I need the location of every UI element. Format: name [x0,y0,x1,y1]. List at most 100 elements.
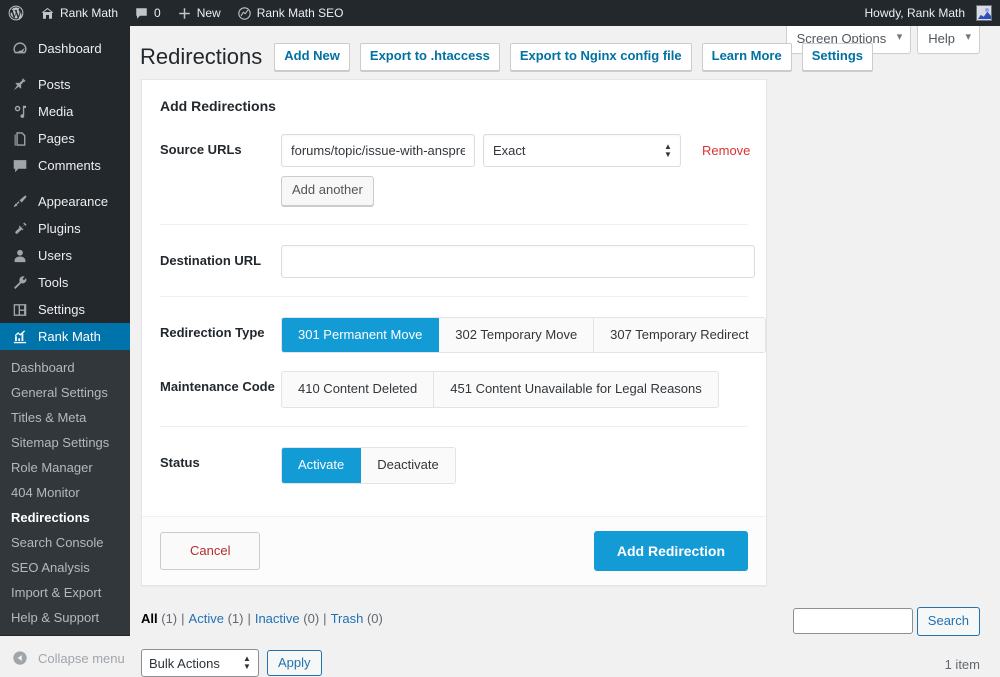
add-new-button[interactable]: Add New [274,43,350,72]
learn-more-button[interactable]: Learn More [701,43,792,72]
admin-bar-item-rank-math-seo[interactable]: Rank Math SEO [229,0,352,26]
sidebar-item-label: Users [38,248,72,263]
redirection-type-row: Redirection Type 301 Permanent Move 302 … [160,297,766,372]
sidebar-item-appearance[interactable]: Appearance [0,188,130,215]
maintenance-code-group: 410 Content Deleted 451 Content Unavaila… [281,371,719,409]
filter-active-count: (1) [227,611,244,626]
sidebar-subitem-rm-general-settings[interactable]: General Settings [0,380,130,405]
comment-bubble-icon [134,6,149,21]
sidebar-item-label: Appearance [38,194,109,209]
filter-trash-link[interactable]: Trash [331,611,364,626]
sidebar-subitem-rm-search-console[interactable]: Search Console [0,530,130,555]
add-redirections-card: Add Redirections Source URLs Exact ▲▼ Re… [141,79,767,587]
sidebar-item-label: Rank Math [38,329,101,344]
redirection-type-302[interactable]: 302 Temporary Move [439,317,595,353]
filter-inactive-count: (0) [303,611,320,626]
bulk-actions-select[interactable]: Bulk Actions [141,649,259,677]
maintenance-code-410[interactable]: 410 Content Deleted [282,372,435,408]
apply-button[interactable]: Apply [267,650,322,676]
collapse-menu-button[interactable]: Collapse menu [0,641,130,675]
sidebar-item-comments[interactable]: Comments [0,152,130,179]
filter-sep-1: | [181,611,185,626]
comparison-select-wrap: Exact ▲ ▼ [483,134,681,167]
admin-bar-my-account[interactable]: Howdy, Rank Math [857,0,1000,26]
sidebar-item-label: Media [38,104,74,119]
menu-separator-2 [0,179,130,188]
admin-bar-rank-math-seo-label: Rank Math SEO [256,6,344,20]
dashboard-icon [11,40,29,58]
filter-trash-count: (0) [366,611,383,626]
sidebar-item-rank-math[interactable]: Rank Math [0,323,138,350]
filter-sep-3: | [323,611,327,626]
avatar [976,5,992,21]
admin-bar-item-new[interactable]: New [169,0,229,26]
sidebar-item-label: Pages [38,131,75,146]
admin-bar-site-name-label: Rank Math [60,6,119,20]
maintenance-code-row: Maintenance Code 410 Content Deleted 451… [160,371,748,428]
maintenance-code-451[interactable]: 451 Content Unavailable for Legal Reason… [434,372,718,408]
sidebar-item-users[interactable]: Users [0,242,130,269]
sidebar-subitem-rm-sitemap-settings[interactable]: Sitemap Settings [0,430,130,455]
add-another-button[interactable]: Add another [281,176,374,206]
redirection-type-301[interactable]: 301 Permanent Move [282,317,440,353]
sidebar-subitem-rm-titles-meta[interactable]: Titles & Meta [0,405,130,430]
cancel-button[interactable]: Cancel [160,532,261,570]
redirection-type-label: Redirection Type [160,324,265,340]
filter-all-link[interactable]: All [141,611,158,626]
sidebar-subitem-rm-redirections[interactable]: Redirections [0,505,130,530]
sidebar-subitem-rm-role-manager[interactable]: Role Manager [0,455,130,480]
help-toggle[interactable]: Help [917,26,980,55]
media-icon [11,103,29,121]
admin-bar-item-site-name[interactable]: Rank Math [32,0,126,26]
admin-bar-item-comments[interactable]: 0 [126,0,169,26]
source-url-input[interactable] [281,134,475,167]
status-activate[interactable]: Activate [282,448,362,483]
redirection-type-307[interactable]: 307 Temporary Redirect [594,317,765,353]
search-button[interactable]: Search [916,607,980,636]
sidebar-subitem-rm-404-monitor[interactable]: 404 Monitor [0,480,130,505]
sidebar-subitem-rm-dashboard[interactable]: Dashboard [0,355,130,380]
remove-source-url-link[interactable]: Remove [702,143,750,158]
status-deactivate[interactable]: Deactivate [361,448,455,483]
page-header: Redirections Add New Export to .htaccess… [140,43,873,72]
table-nav-top: Bulk Actions ▲ ▼ Apply 1 item [141,649,989,677]
howdy-label: Howdy, Rank Math [864,6,965,20]
filter-all: All (1) [141,611,177,626]
menu-spacer-top [0,26,130,35]
sidebar-item-dashboard[interactable]: Dashboard [0,35,130,62]
sidebar-subitem-rm-import-export[interactable]: Import & Export [0,580,130,605]
filter-all-count: (1) [161,611,178,626]
source-urls-control: Exact ▲▼ Remove Add another [281,134,750,206]
settings-button[interactable]: Settings [801,43,873,72]
sidebar-item-settings[interactable]: Settings [0,296,130,323]
sidebar-item-media[interactable]: Media [0,98,130,125]
pages-icon [11,130,29,148]
comparison-select[interactable]: Exact [483,134,681,167]
admin-bar-right: Howdy, Rank Math [857,0,1000,26]
source-urls-label: Source URLs [160,142,242,157]
item-count-label: 1 item [944,657,980,672]
sidebar-subitem-rm-help-support[interactable]: Help & Support [0,605,130,630]
redirection-type-control: 301 Permanent Move 302 Temporary Move 30… [281,316,766,354]
admin-bar-new-label: New [196,6,221,20]
filter-inactive-link[interactable]: Inactive [255,611,300,626]
destination-url-row: Destination URL [160,225,755,297]
filter-active-link[interactable]: Active [189,611,224,626]
sidebar-item-tools[interactable]: Tools [0,269,130,296]
sidebar-item-posts[interactable]: Posts [0,71,130,98]
status-label: Status [160,455,200,471]
sidebar-subitem-rm-seo-analysis[interactable]: SEO Analysis [0,555,130,580]
search-input[interactable] [792,608,913,635]
wp-logo-menu[interactable] [0,0,32,26]
add-redirection-button[interactable]: Add Redirection [593,530,748,572]
source-urls-row: Source URLs Exact ▲▼ Remove Add another [160,134,750,225]
sidebar-item-label: Dashboard [38,41,102,56]
export-htaccess-button[interactable]: Export to .htaccess [359,43,500,72]
sidebar-item-pages[interactable]: Pages [0,125,130,152]
destination-url-input[interactable] [281,244,755,278]
export-nginx-button[interactable]: Export to Nginx config file [509,43,692,72]
card-heading: Add Redirections [160,98,276,114]
sidebar-item-plugins[interactable]: Plugins [0,215,130,242]
plug-icon [11,220,29,238]
sidebar-item-label: Tools [38,275,69,290]
